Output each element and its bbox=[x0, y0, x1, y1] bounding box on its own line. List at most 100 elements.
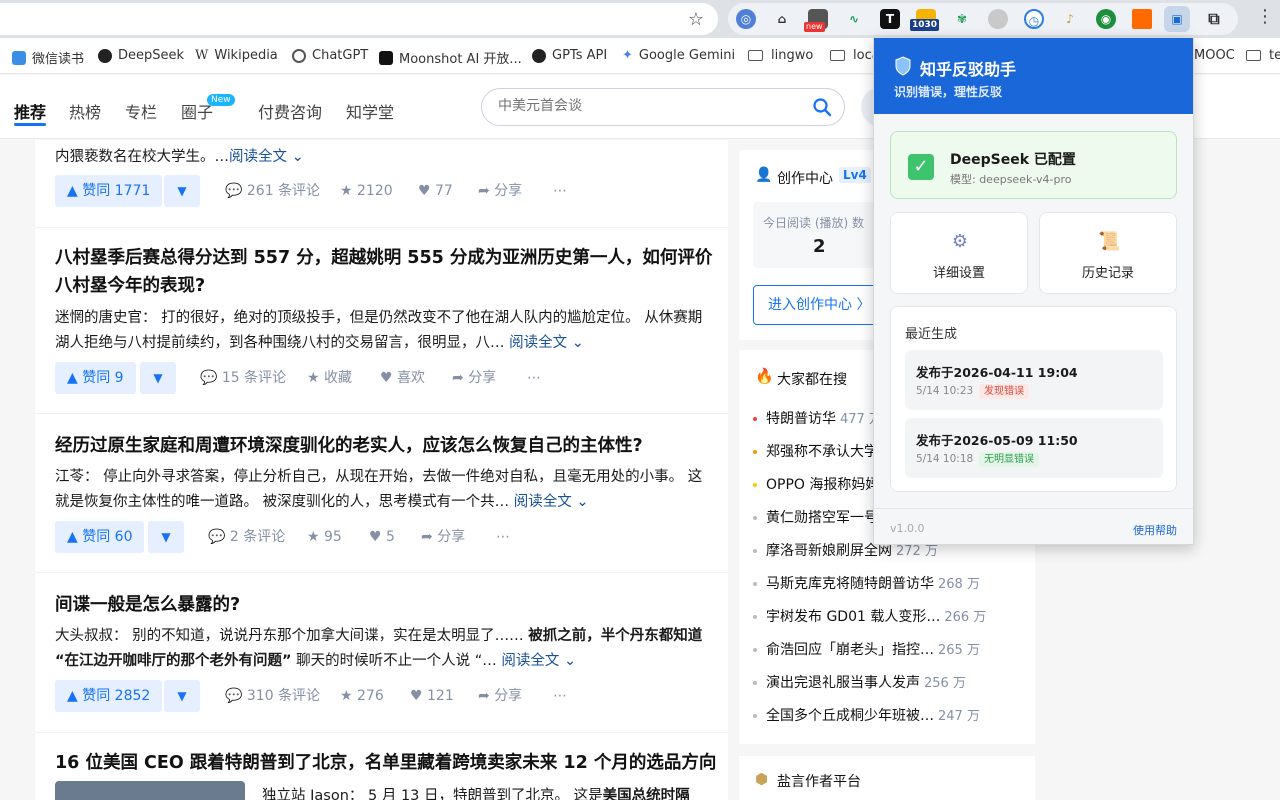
popup-header: 知乎反驳助手 识别错误，理性反驳 bbox=[874, 38, 1193, 114]
creator-title: 创作中心 bbox=[777, 171, 833, 187]
history-button[interactable]: 📜 历史记录 bbox=[1039, 212, 1177, 294]
leaf-extension-icon[interactable]: ∿ bbox=[844, 9, 864, 29]
hot-search-item[interactable]: 演出完退礼服当事人发声 256 万 bbox=[753, 672, 966, 692]
question-title[interactable]: 经历过原生家庭和周遭环境深度驯化的老实人，应该怎么恢复自己的主体性? bbox=[55, 432, 715, 460]
bookmark-moonshot[interactable]: Moonshot AI 开放... bbox=[379, 48, 522, 67]
bookmark-weread[interactable]: 微信读书 bbox=[12, 48, 84, 67]
search-icon[interactable] bbox=[812, 97, 832, 117]
more-icon[interactable]: ⋯ bbox=[553, 175, 567, 207]
comment-button[interactable]: 💬 261 条评论 bbox=[225, 175, 320, 207]
favorite-button[interactable]: ★ 收藏 bbox=[307, 362, 352, 394]
like-button[interactable]: ♥ 77 bbox=[418, 175, 453, 207]
more-icon[interactable]: ⋯ bbox=[553, 680, 567, 712]
article-thumbnail[interactable] bbox=[55, 781, 245, 800]
answer-excerpt[interactable]: 内猥亵数名在校大学生。…阅读全文 ⌄ bbox=[55, 145, 715, 170]
favorite-button[interactable]: ★ 2120 bbox=[340, 175, 393, 207]
author-platform-title[interactable]: 盐言作者平台 bbox=[777, 771, 861, 791]
bookmark-folder-te[interactable]: te bbox=[1246, 48, 1280, 63]
downvote-button[interactable]: ▼ bbox=[148, 521, 184, 553]
comment-button[interactable]: 💬 2 条评论 bbox=[208, 521, 285, 553]
bookmark-mooc[interactable]: MOOC bbox=[1194, 48, 1235, 63]
upvote-button[interactable]: ▲ 赞同 9 bbox=[55, 362, 136, 394]
tab-paid-consult[interactable]: 付费咨询 bbox=[258, 99, 322, 123]
answer-excerpt[interactable]: 大头叔叔： 别的不知道，说说丹东那个加拿大间谍，实在是太明显了…… 被抓之前，半… bbox=[55, 624, 715, 674]
favorite-button[interactable]: ★ 276 bbox=[340, 680, 384, 712]
bookmark-gemini[interactable]: ✦ Google Gemini bbox=[622, 48, 735, 63]
settings-button[interactable]: ⚙ 详细设置 bbox=[890, 212, 1028, 294]
answer-excerpt[interactable]: 独立站 Jason： 5 月 13 日，特朗普到了北京。 这是美国总统时隔 bbox=[262, 784, 702, 800]
question-title[interactable]: 八村塁季后赛总得分达到 557 分，超越姚明 555 分成为亚洲历史第一人，如何… bbox=[55, 244, 715, 300]
read-more-link[interactable]: 阅读全文 ⌄ bbox=[509, 335, 584, 351]
bookmark-star-icon[interactable]: ☆ bbox=[688, 9, 704, 30]
tab-column[interactable]: 专栏 bbox=[125, 99, 157, 123]
downvote-button[interactable]: ▼ bbox=[164, 680, 200, 712]
hot-search-item[interactable]: OPPO 海报称妈妈 bbox=[753, 474, 883, 494]
bookmark-folder-lingwo[interactable]: lingwo bbox=[748, 48, 813, 63]
hot-search-heat: 272 万 bbox=[896, 544, 938, 559]
record-date: 5/14 10:23 bbox=[916, 385, 974, 397]
hot-search-item[interactable]: 特朗普访华 477 万 bbox=[753, 408, 882, 428]
hot-search-item[interactable]: 黄仁勋搭空军一号 bbox=[753, 507, 882, 527]
tab-zhixuetang[interactable]: 知学堂 bbox=[346, 99, 394, 123]
cloud-extension-icon[interactable] bbox=[988, 9, 1008, 29]
zhihu-rebuttal-extension-icon[interactable]: ▣ bbox=[1164, 6, 1190, 32]
downvote-button[interactable]: ▼ bbox=[140, 362, 176, 394]
owl-extension-icon[interactable]: ◉ bbox=[1096, 9, 1116, 29]
share-button[interactable]: ➦ 分享 bbox=[478, 175, 522, 207]
extensions-bar: ◎ ⌂ new ∿ T 1030 ✾ ◷ ♪ ◉ ▣ ⧉ bbox=[728, 3, 1238, 35]
hot-search-item[interactable]: 俞浩回应「崩老头」指控… 265 万 bbox=[753, 639, 980, 659]
plant-extension-icon[interactable]: ✾ bbox=[952, 9, 972, 29]
read-more-link[interactable]: 阅读全文 ⌄ bbox=[514, 494, 589, 510]
question-title[interactable]: 间谍一般是怎么暴露的? bbox=[55, 591, 715, 619]
hot-search-text: 全国多个丘成桐少年班被… bbox=[766, 708, 934, 724]
like-button[interactable]: ♥ 121 bbox=[410, 680, 454, 712]
shield-icon bbox=[895, 56, 911, 76]
favorite-button[interactable]: ★ 95 bbox=[307, 521, 342, 553]
rank-dot bbox=[753, 714, 757, 718]
help-link[interactable]: 使用帮助 bbox=[1133, 522, 1177, 538]
action-bar: ▲ 赞同 1771 ▼ 💬 261 条评论 ★ 2120 ♥ 77 ➦ 分享 ⋯ bbox=[55, 175, 715, 207]
more-icon[interactable]: ⋯ bbox=[496, 521, 510, 553]
hot-search-item[interactable]: 马斯克库克将随特朗普访华 268 万 bbox=[753, 573, 980, 593]
like-button[interactable]: ♥ 5 bbox=[369, 521, 395, 553]
bookmark-gpts-api[interactable]: GPTs API bbox=[532, 48, 607, 63]
recent-record[interactable]: 发布于2026-04-11 19:04 5/14 10:23 发现错误 bbox=[905, 350, 1163, 410]
compass-extension-icon[interactable]: ◎ bbox=[736, 9, 756, 29]
search-input[interactable] bbox=[498, 98, 798, 114]
text-extension-icon[interactable]: T bbox=[880, 9, 900, 29]
upvote-button[interactable]: ▲ 赞同 1771 bbox=[55, 175, 163, 207]
orange-square-extension-icon[interactable] bbox=[1132, 9, 1152, 29]
upvote-button[interactable]: ▲ 赞同 60 bbox=[55, 521, 145, 553]
read-more-link[interactable]: 阅读全文 ⌄ bbox=[229, 149, 304, 165]
answer-excerpt[interactable]: 江苓： 停止向外寻求答案，停止分析自己，从现在开始，去做一件绝对自私，且毫无用处… bbox=[55, 465, 715, 515]
hot-search-text: 摩洛哥新娘刷屏全网 bbox=[766, 543, 892, 559]
comment-button[interactable]: 💬 310 条评论 bbox=[225, 680, 320, 712]
share-button[interactable]: ➦ 分享 bbox=[421, 521, 465, 553]
comment-button[interactable]: 💬 15 条评论 bbox=[200, 362, 286, 394]
share-button[interactable]: ➦ 分享 bbox=[452, 362, 496, 394]
puzzle-extensions-icon[interactable]: ⧉ bbox=[1204, 9, 1224, 29]
clock-extension-icon[interactable]: ◷ bbox=[1024, 9, 1044, 29]
browser-menu-icon[interactable]: ⋮ bbox=[1256, 6, 1274, 27]
like-button[interactable]: ♥ 喜欢 bbox=[380, 362, 425, 394]
share-button[interactable]: ➦ 分享 bbox=[478, 680, 522, 712]
tab-recommend[interactable]: 推荐 bbox=[14, 99, 46, 123]
tab-hot[interactable]: 热榜 bbox=[69, 99, 101, 123]
bookmark-chatgpt[interactable]: ChatGPT bbox=[292, 48, 368, 63]
bookmark-wikipedia[interactable]: W Wikipedia bbox=[195, 48, 278, 63]
result-badge: 发现错误 bbox=[979, 384, 1029, 399]
hot-search-item[interactable]: 郑强称不承认大学 bbox=[753, 441, 882, 461]
hot-search-item[interactable]: 宇树发布 GD01 载人变形… 266 万 bbox=[753, 606, 986, 626]
more-icon[interactable]: ⋯ bbox=[527, 362, 541, 394]
question-title[interactable]: 16 位美国 CEO 跟着特朗普到了北京，名单里藏着跨境卖家未来 12 个月的选… bbox=[55, 749, 725, 777]
read-more-link[interactable]: 阅读全文 ⌄ bbox=[501, 653, 576, 669]
bookmark-deepseek[interactable]: DeepSeek bbox=[98, 48, 184, 63]
answer-excerpt[interactable]: 迷惘的唐史官： 打的很好，绝对的顶级投手，但是仍然改变不了他在湖人队内的尴尬定位… bbox=[55, 306, 715, 356]
microphone-extension-icon[interactable]: ♪ bbox=[1060, 9, 1080, 29]
downvote-button[interactable]: ▼ bbox=[164, 175, 200, 207]
address-bar[interactable]: ☆ bbox=[0, 3, 718, 35]
hot-search-item[interactable]: 全国多个丘成桐少年班被… 247 万 bbox=[753, 705, 980, 725]
robot-extension-icon[interactable]: ⌂ bbox=[772, 9, 792, 29]
upvote-button[interactable]: ▲ 赞同 2852 bbox=[55, 680, 163, 712]
recent-record[interactable]: 发布于2026-05-09 11:50 5/14 10:18 无明显错误 bbox=[905, 418, 1163, 478]
